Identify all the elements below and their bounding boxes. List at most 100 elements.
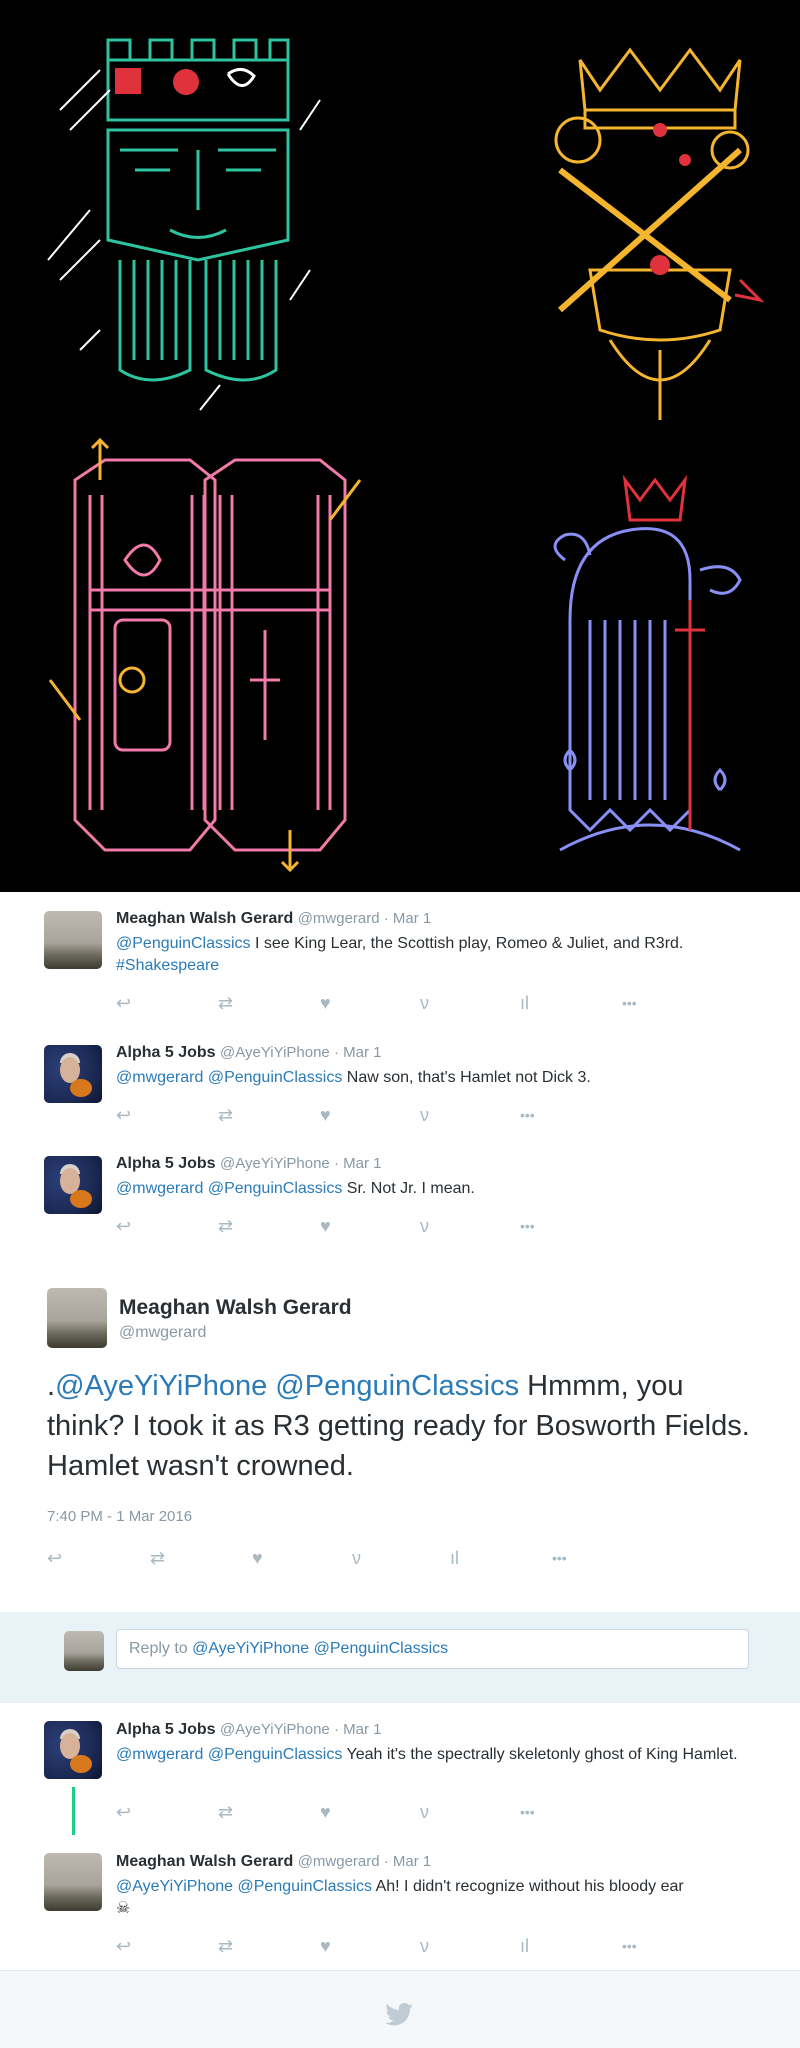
more-icon[interactable]: •••: [520, 1104, 535, 1126]
twitter-bird-icon: [385, 2003, 413, 2031]
permalink-tweet: Meaghan Walsh Gerard @mwgerard .@AyeYiYi…: [0, 1251, 800, 1613]
mention-link[interactable]: @AyeYiYiPhone @PenguinClassics: [55, 1370, 519, 1402]
vine-icon[interactable]: ν: [352, 1547, 361, 1569]
reply-mentions: @AyeYiYiPhone @PenguinClassics: [192, 1640, 449, 1657]
tweet-body: Naw son, that's Hamlet not Dick 3.: [342, 1069, 591, 1086]
avatar: [64, 1631, 104, 1671]
more-icon[interactable]: •••: [520, 1801, 535, 1823]
analytics-icon[interactable]: ıl: [520, 992, 529, 1014]
macbeth-figure: [554, 47, 750, 420]
display-name[interactable]: Alpha 5 Jobs: [116, 1721, 216, 1738]
tweet-text: @AyeYiYiPhone @PenguinClassics Ah! I did…: [116, 1876, 776, 1920]
retweet-icon[interactable]: ⇄: [218, 1801, 233, 1823]
vine-icon[interactable]: ν: [420, 992, 429, 1014]
reply-tweet-2[interactable]: Meaghan Walsh Gerard @mwgerard · Mar 1 @…: [0, 1835, 800, 1971]
artwork-image: [0, 0, 800, 892]
user-name[interactable]: Meaghan Walsh Gerard @mwgerard · Mar 1: [116, 1853, 431, 1871]
like-icon[interactable]: ♥: [320, 992, 331, 1014]
handle-and-date: @mwgerard · Mar 1: [297, 1853, 432, 1870]
more-icon[interactable]: •••: [520, 1215, 535, 1237]
retweet-icon[interactable]: ⇄: [218, 1215, 233, 1237]
reply-icon[interactable]: ↩: [116, 1935, 131, 1957]
tweet-prefix: .: [47, 1370, 56, 1402]
display-name[interactable]: Alpha 5 Jobs: [116, 1155, 216, 1172]
avatar[interactable]: [44, 1853, 102, 1911]
tweet-text: @mwgerard @PenguinClassics Sr. Not Jr. I…: [116, 1178, 756, 1200]
analytics-icon[interactable]: ıl: [450, 1547, 459, 1569]
skull-icon: ☠: [116, 1900, 131, 1917]
user-name[interactable]: Meaghan Walsh Gerard @mwgerard · Mar 1: [116, 910, 431, 928]
tweet-body: Sr. Not Jr. I mean.: [342, 1180, 475, 1197]
tweet-text: @mwgerard @PenguinClassics Naw son, that…: [116, 1067, 756, 1089]
mention-link[interactable]: @PenguinClassics: [116, 935, 251, 952]
reply-prefix: Reply to: [129, 1640, 193, 1657]
hashtag-link[interactable]: #Shakespeare: [116, 957, 219, 974]
avatar[interactable]: [44, 1721, 102, 1779]
reply-composer: Reply to @AyeYiYiPhone @PenguinClassics: [0, 1612, 800, 1704]
reply-icon[interactable]: ↩: [116, 1801, 131, 1823]
vine-icon[interactable]: ν: [420, 1801, 429, 1823]
conversation-tweet-2[interactable]: Alpha 5 Jobs @AyeYiYiPhone · Mar 1 @mwge…: [0, 1029, 800, 1141]
tweet-actions: ↩ ⇄ ♥ ν •••: [116, 1104, 556, 1126]
tweet-body: I see King Lear, the Scottish play, Rome…: [250, 935, 684, 952]
like-icon[interactable]: ♥: [320, 1801, 331, 1823]
avatar[interactable]: [47, 1288, 107, 1348]
handle-and-date: @AyeYiYiPhone · Mar 1: [220, 1044, 382, 1061]
vine-icon[interactable]: ν: [420, 1935, 429, 1957]
user-name[interactable]: Alpha 5 Jobs @AyeYiYiPhone · Mar 1: [116, 1721, 381, 1739]
display-name[interactable]: Meaghan Walsh Gerard: [116, 1853, 293, 1870]
display-name[interactable]: Meaghan Walsh Gerard: [119, 1296, 352, 1320]
like-icon[interactable]: ♥: [320, 1215, 331, 1237]
tweet-timestamp[interactable]: 7:40 PM - 1 Mar 2016: [47, 1508, 192, 1525]
more-icon[interactable]: •••: [622, 992, 637, 1014]
more-icon[interactable]: •••: [622, 1935, 637, 1957]
tweet-actions: ↩ ⇄ ♥ ν •••: [116, 1215, 556, 1237]
retweet-icon[interactable]: ⇄: [218, 1935, 233, 1957]
like-icon[interactable]: ♥: [252, 1547, 263, 1569]
tweet-text: @PenguinClassics I see King Lear, the Sc…: [116, 933, 756, 977]
more-icon[interactable]: •••: [552, 1547, 567, 1569]
handle-and-date: @mwgerard · Mar 1: [297, 910, 432, 927]
conversation-tweet-1[interactable]: Meaghan Walsh Gerard @mwgerard · Mar 1 @…: [0, 892, 800, 1030]
user-handle[interactable]: @mwgerard: [119, 1324, 206, 1342]
tweet-actions: ↩ ⇄ ♥ ν ıl •••: [116, 992, 656, 1014]
avatar[interactable]: [44, 1045, 102, 1103]
romeo-juliet-coffins: [73, 458, 347, 852]
retweet-icon[interactable]: ⇄: [150, 1547, 165, 1569]
tweet-body: Ah! I didn't recognize without his blood…: [372, 1878, 684, 1895]
avatar[interactable]: [44, 1156, 102, 1214]
vine-icon[interactable]: ν: [420, 1215, 429, 1237]
shakespeare-artwork: [47, 38, 765, 873]
like-icon[interactable]: ♥: [320, 1104, 331, 1126]
analytics-icon[interactable]: ıl: [520, 1935, 529, 1957]
mention-link[interactable]: @AyeYiYiPhone @PenguinClassics: [116, 1878, 372, 1895]
mention-link[interactable]: @mwgerard @PenguinClassics: [116, 1180, 342, 1197]
tweet-body: Yeah it's the spectrally skeletonly ghos…: [342, 1746, 738, 1763]
user-name[interactable]: Alpha 5 Jobs @AyeYiYiPhone · Mar 1: [116, 1044, 381, 1062]
reply-icon[interactable]: ↩: [47, 1547, 62, 1569]
reply-input[interactable]: Reply to @AyeYiYiPhone @PenguinClassics: [116, 1629, 749, 1669]
tweet-actions: ↩ ⇄ ♥ ν ıl •••: [47, 1547, 587, 1569]
conversation-tweet-3[interactable]: Alpha 5 Jobs @AyeYiYiPhone · Mar 1 @mwge…: [0, 1140, 800, 1252]
handle-and-date: @AyeYiYiPhone · Mar 1: [220, 1721, 382, 1738]
vine-icon[interactable]: ν: [420, 1104, 429, 1126]
like-icon[interactable]: ♥: [320, 1935, 331, 1957]
reply-tweet-1[interactable]: Alpha 5 Jobs @AyeYiYiPhone · Mar 1 @mwge…: [0, 1703, 800, 1835]
display-name[interactable]: Meaghan Walsh Gerard: [116, 910, 293, 927]
reply-icon[interactable]: ↩: [116, 992, 131, 1014]
tweet-text: @mwgerard @PenguinClassics Yeah it's the…: [116, 1744, 756, 1766]
reply-icon[interactable]: ↩: [116, 1215, 131, 1237]
user-name[interactable]: Alpha 5 Jobs @AyeYiYiPhone · Mar 1: [116, 1155, 381, 1173]
tweet-text: .@AyeYiYiPhone @PenguinClassics Hmmm, yo…: [47, 1366, 757, 1486]
tweet-actions: ↩ ⇄ ♥ ν ıl •••: [116, 1935, 656, 1957]
tweet-actions: ↩ ⇄ ♥ ν •••: [116, 1801, 556, 1823]
handle-and-date: @AyeYiYiPhone · Mar 1: [220, 1155, 382, 1172]
retweet-icon[interactable]: ⇄: [218, 1104, 233, 1126]
avatar[interactable]: [44, 911, 102, 969]
hamlet-ghost-figure: [553, 527, 742, 852]
retweet-icon[interactable]: ⇄: [218, 992, 233, 1014]
mention-link[interactable]: @mwgerard @PenguinClassics: [116, 1746, 342, 1763]
reply-icon[interactable]: ↩: [116, 1104, 131, 1126]
mention-link[interactable]: @mwgerard @PenguinClassics: [116, 1069, 342, 1086]
display-name[interactable]: Alpha 5 Jobs: [116, 1044, 216, 1061]
